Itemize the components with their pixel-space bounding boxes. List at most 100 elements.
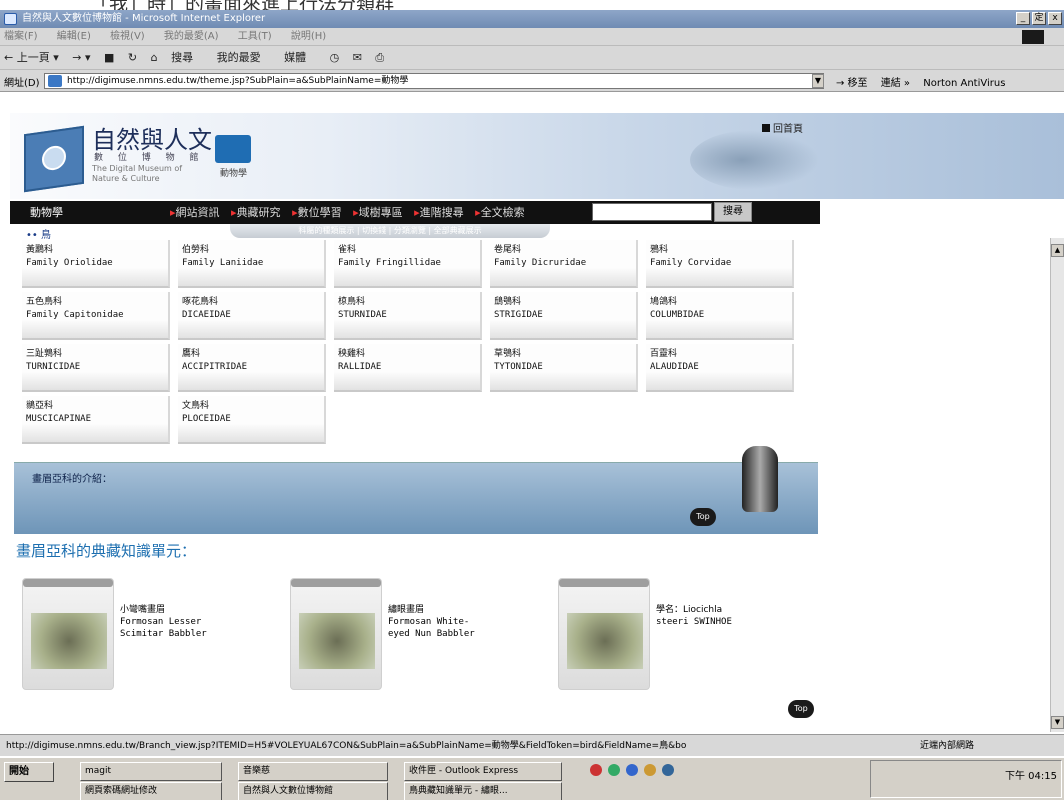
home-link[interactable]: 回首頁 [762,120,803,135]
family-card[interactable]: 鴟鴞科 STRIGIDAE [490,292,638,340]
family-card[interactable]: 文鳥科 PLOCEIDAE [178,396,326,444]
family-name-zh: 鴉科 [650,245,669,255]
address-dropdown-icon[interactable]: ▼ [812,74,824,88]
family-card[interactable]: 百靈科 ALAUDIDAE [646,344,794,392]
menu-edit[interactable]: 編輯(E) [57,31,91,42]
search-button[interactable]: 搜尋 [171,51,203,64]
home-icon[interactable]: ⌂ [151,51,158,64]
nav-item-fulltext-search[interactable]: 全文檢索 [475,206,525,219]
nav-item-digital-learning[interactable]: 數位學習 [292,206,342,219]
site-search-button[interactable]: 搜尋 [714,202,752,222]
taskbar-task[interactable]: magit [80,762,222,781]
family-card[interactable]: 卷尾科 Family Dicruridae [490,240,638,288]
menu-favorites[interactable]: 我的最愛(A) [164,31,219,42]
address-label: 網址(D) [4,78,40,89]
media-button[interactable]: 媒體 [284,51,316,64]
family-card[interactable]: 鴉科 Family Corvidae [646,240,794,288]
vertical-scrollbar[interactable]: ▲ ▼ [1050,238,1064,732]
bird-illustration-icon [690,130,820,190]
family-name-en: TYTONIDAE [494,362,543,372]
sub-navigation[interactable]: 科屬的種類展示 | 切換錢 | 分類瀏覽 | 全部典藏展示 [230,224,550,238]
family-card[interactable]: 三趾鶉科 TURNICIDAE [22,344,170,392]
family-name-zh: 秧雞科 [338,349,366,359]
taskbar-task[interactable]: 自然與人文數位博物館 [238,782,388,800]
menu-view[interactable]: 檢視(V) [110,31,145,42]
family-name-zh: 鷹科 [182,349,201,359]
unit-name-en-1: steeri SWINHOE [656,617,732,627]
taskbar-task[interactable]: 收件匣 - Outlook Express [404,762,562,781]
museum-logo-icon [24,125,84,193]
refresh-icon[interactable]: ↻ [128,51,137,64]
family-card[interactable]: 五色鳥科 Family Capitonidae [22,292,170,340]
print-icon[interactable]: ⎙ [375,51,384,64]
family-name-zh: 草鴞科 [494,349,522,359]
family-name-en: Family Fringillidae [338,258,441,268]
menu-tools[interactable]: 工具(T) [238,31,272,42]
history-icon[interactable]: ◷ [330,51,340,64]
go-button[interactable]: → 移至 [836,78,868,89]
site-search-input[interactable] [592,203,712,221]
family-card[interactable]: 鷹科 ACCIPITRIDAE [178,344,326,392]
norton-button[interactable]: Norton AntiVirus [923,78,1005,89]
knowledge-unit[interactable]: 小彎嘴畫眉 Formosan Lesser Scimitar Babbler [22,578,282,698]
zoology-section-icon[interactable] [215,135,251,163]
unit-name-en-1: Formosan White- [388,617,470,627]
nav-item-site-info[interactable]: 網站資訊 [170,206,220,219]
scroll-up-icon[interactable]: ▲ [1051,244,1064,257]
taskbar-task[interactable]: 鳥典藏知識單元 - 繡眼... [404,782,562,800]
family-card[interactable]: 黃鸝科 Family Oriolidae [22,240,170,288]
family-name-en: Family Oriolidae [26,258,113,268]
family-card[interactable]: 伯勞科 Family Laniidae [178,240,326,288]
unit-name-zh: 小彎嘴畫眉 [120,605,166,615]
top-button[interactable]: Top [690,508,716,526]
family-name-en: ACCIPITRIDAE [182,362,248,372]
favorites-button[interactable]: 我的最愛 [217,51,271,64]
taskbar-task[interactable]: 音樂慈 [238,762,388,781]
knowledge-unit[interactable]: 繡眼畫眉 Formosan White-eyed Nun Babbler [290,578,550,698]
taskbar-task[interactable]: 網頁索碼網址修改 [80,782,222,800]
quick-launch-icons[interactable] [590,764,730,778]
menu-help[interactable]: 說明(H) [291,31,326,42]
scroll-down-icon[interactable]: ▼ [1051,716,1064,729]
address-input[interactable]: http://digimuse.nmns.edu.tw/theme.jsp?Su… [44,73,824,89]
family-card[interactable]: 鶲亞科 MUSCICAPINAE [22,396,170,444]
family-name-en: RALLIDAE [338,362,382,372]
family-name-en: STRIGIDAE [494,310,543,320]
minimize-button[interactable]: _ [1016,12,1030,25]
security-zone: 近端內部網路 [920,741,975,751]
family-card[interactable]: 雀科 Family Fringillidae [334,240,482,288]
menu-file[interactable]: 檔案(F) [4,31,38,42]
family-card[interactable]: 啄花鳥科 DICAEIDAE [178,292,326,340]
back-button[interactable]: ← 上一頁 ▾ [4,51,59,64]
knowledge-unit[interactable]: 學名：Liocichla steeri SWINHOE [558,578,818,698]
forward-button[interactable]: → ▾ [72,51,90,64]
top-button[interactable]: Top [788,700,814,718]
close-button[interactable]: x [1048,12,1062,25]
knowledge-units-title: 畫眉亞科的典藏知識單元： [16,542,197,560]
maximize-button[interactable]: 定 [1032,12,1046,25]
family-name-en: STURNIDAE [338,310,387,320]
clock: 下午 04:15 [1005,771,1057,782]
mail-icon[interactable]: ✉ [353,51,362,64]
family-name-zh: 椋鳥科 [338,297,366,307]
nav-item-advanced-search[interactable]: 進階搜尋 [414,206,464,219]
family-card[interactable]: 椋鳥科 STURNIDAE [334,292,482,340]
family-name-zh: 五色鳥科 [26,297,63,307]
family-card[interactable]: 鳩鴿科 COLUMBIDAE [646,292,794,340]
browser-toolbar: ← 上一頁 ▾ → ▾ ■ ↻ ⌂ 搜尋 我的最愛 媒體 ◷ ✉ ⎙ [0,46,1064,70]
family-card[interactable]: 草鴞科 TYTONIDAE [490,344,638,392]
intro-label: 畫眉亞科的介紹： [32,474,112,485]
bird-photo [299,613,375,669]
nav-item-collection-research[interactable]: 典藏研究 [231,206,281,219]
family-card[interactable]: 秧雞科 RALLIDAE [334,344,482,392]
specimen-jar-icon [742,446,778,512]
unit-text: 學名：Liocichla steeri SWINHOE [656,604,816,628]
unit-text: 繡眼畫眉 Formosan White-eyed Nun Babbler [388,604,548,640]
breadcrumb[interactable]: •• 鳥 [26,226,51,241]
nav-item-domain-area[interactable]: 域樹專區 [353,206,403,219]
family-name-zh: 鳩鴿科 [650,297,678,307]
start-button[interactable]: 開始 [4,762,54,782]
family-name-en: TURNICIDAE [26,362,81,372]
stop-icon[interactable]: ■ [104,51,114,64]
links-button[interactable]: 連結 » [881,78,910,89]
